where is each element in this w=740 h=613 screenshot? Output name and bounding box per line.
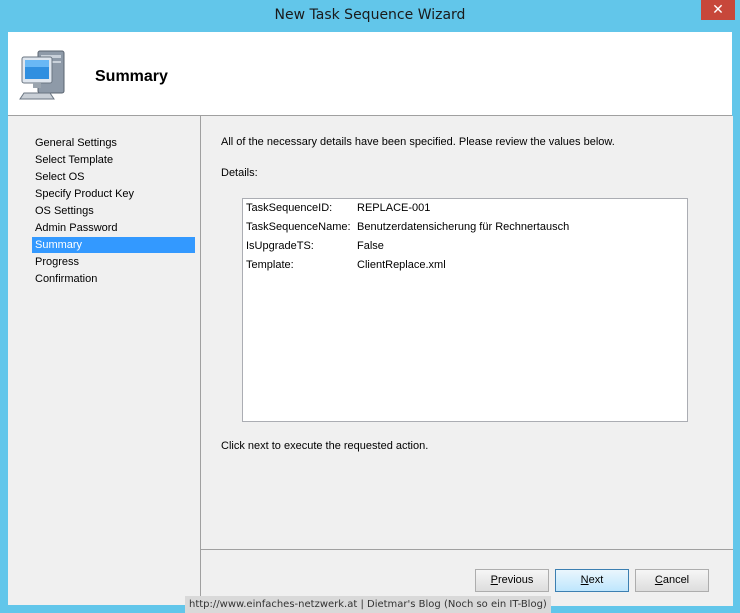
next-accelerator: N (580, 574, 589, 586)
detail-value: Benutzerdatensicherung für Rechnertausch (357, 221, 570, 233)
summary-content: All of the necessary details have been s… (200, 116, 733, 549)
details-label: Details: (221, 167, 258, 179)
cancel-accelerator: C (654, 574, 663, 586)
nav-item-specify-product-key[interactable]: Specify Product Key (32, 186, 195, 202)
next-label: ext (588, 574, 604, 586)
detail-key: TaskSequenceName: (246, 221, 351, 233)
detail-key: IsUpgradeTS: (246, 240, 314, 252)
nav-item-confirmation[interactable]: Confirmation (32, 271, 195, 287)
nav-item-select-os[interactable]: Select OS (32, 169, 195, 185)
previous-button[interactable]: Previous (475, 569, 549, 592)
nav-item-summary[interactable]: Summary (32, 237, 195, 253)
nav-item-admin-password[interactable]: Admin Password (32, 220, 195, 236)
footer-note: Click next to execute the requested acti… (221, 440, 429, 452)
detail-key: Template: (246, 259, 294, 271)
nav-item-select-template[interactable]: Select Template (32, 152, 195, 168)
nav-item-os-settings[interactable]: OS Settings (32, 203, 195, 219)
wizard-steps-nav: General Settings Select Template Select … (8, 116, 200, 605)
wizard-client-area: Summary General Settings Select Template… (8, 32, 733, 606)
cancel-label: ancel (662, 574, 690, 586)
computer-icon (19, 50, 65, 100)
watermark: http://www.einfaches-netzwerk.at | Dietm… (185, 596, 551, 613)
close-icon[interactable]: ✕ (701, 0, 735, 20)
nav-item-progress[interactable]: Progress (32, 254, 195, 270)
detail-value: REPLACE-001 (357, 202, 431, 214)
page-title: Summary (95, 68, 168, 85)
wizard-header: Summary (8, 32, 732, 116)
details-listbox[interactable]: TaskSequenceID: REPLACE-001 TaskSequence… (242, 198, 688, 422)
cancel-button[interactable]: Cancel (635, 569, 709, 592)
next-button[interactable]: Next (555, 569, 629, 592)
intro-text: All of the necessary details have been s… (221, 136, 615, 148)
window-title: New Task Sequence Wizard (274, 7, 466, 23)
detail-value: ClientReplace.xml (357, 259, 446, 271)
previous-accelerator: P (490, 574, 498, 586)
nav-item-general-settings[interactable]: General Settings (32, 135, 195, 151)
detail-value: False (357, 240, 384, 252)
title-bar[interactable]: New Task Sequence Wizard ✕ (0, 0, 740, 32)
detail-key: TaskSequenceID: (246, 202, 333, 214)
previous-label: revious (497, 574, 534, 586)
